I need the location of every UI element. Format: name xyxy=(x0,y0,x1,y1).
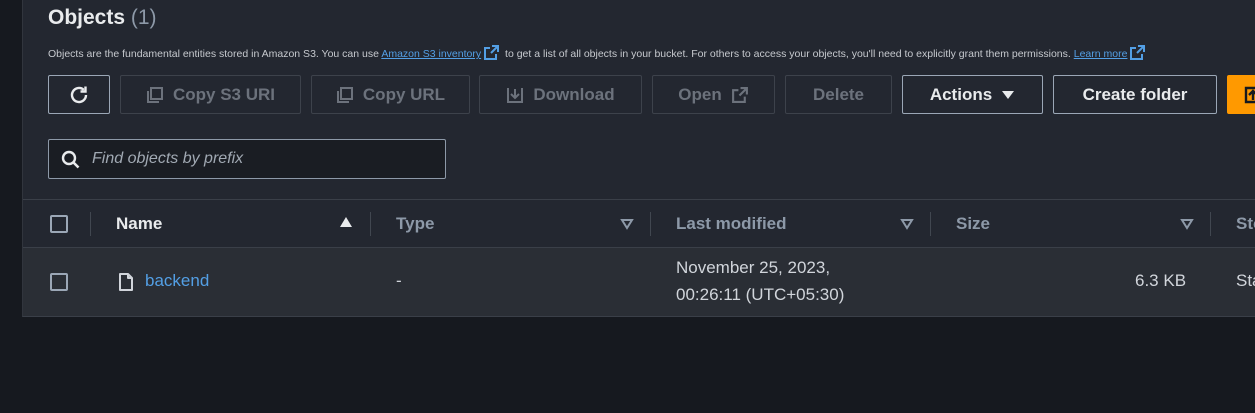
download-label: Download xyxy=(533,84,615,104)
file-icon xyxy=(119,273,133,291)
copy-url-label: Copy URL xyxy=(362,84,446,104)
copy-s3-uri-label: Copy S3 URI xyxy=(172,84,276,104)
sort-icon[interactable] xyxy=(620,218,634,230)
delete-label: Delete xyxy=(812,84,865,104)
upload-icon xyxy=(1244,86,1255,103)
upload-button[interactable] xyxy=(1227,75,1255,114)
download-button[interactable]: Download xyxy=(479,75,642,114)
table-row[interactable]: backend - November 25, 2023, 00:26:11 (U… xyxy=(23,248,1255,316)
create-folder-button[interactable]: Create folder xyxy=(1053,75,1217,114)
delete-button[interactable]: Delete xyxy=(785,75,892,114)
column-header-name[interactable]: Name xyxy=(116,200,162,247)
open-label: Open xyxy=(678,84,722,104)
copy-icon xyxy=(146,86,163,103)
column-header-type[interactable]: Type xyxy=(396,200,434,247)
object-name-link[interactable]: backend xyxy=(145,271,209,291)
learn-more-link[interactable]: Learn more xyxy=(1074,48,1128,60)
column-divider[interactable] xyxy=(370,212,371,236)
object-last-modified-date: November 25, 2023, xyxy=(676,258,831,277)
search-icon xyxy=(61,150,80,168)
column-divider[interactable] xyxy=(930,212,931,236)
create-folder-label: Create folder xyxy=(1082,84,1188,104)
external-link-icon xyxy=(1130,45,1146,60)
column-divider xyxy=(90,212,91,236)
download-icon xyxy=(507,87,524,103)
column-header-last-modified[interactable]: Last modified xyxy=(676,200,787,247)
select-all-checkbox[interactable] xyxy=(50,215,68,233)
object-count: (1) xyxy=(130,6,157,29)
copy-icon xyxy=(336,86,353,103)
column-divider[interactable] xyxy=(1210,212,1211,236)
inventory-link[interactable]: Amazon S3 inventory xyxy=(381,48,481,60)
external-link-icon xyxy=(731,86,748,103)
actions-label: Actions xyxy=(929,84,993,104)
caret-down-icon xyxy=(1002,90,1015,99)
object-last-modified-time: 00:26:11 (UTC+05:30) xyxy=(676,285,845,304)
copy-url-button[interactable]: Copy URL xyxy=(311,75,470,114)
object-storage-class: Sta xyxy=(1236,271,1255,290)
open-button[interactable]: Open xyxy=(652,75,775,114)
sort-ascending-icon[interactable] xyxy=(339,216,353,228)
external-link-icon xyxy=(484,45,500,60)
column-header-storage-class[interactable]: Sto xyxy=(1236,200,1255,247)
description-text-2: to get a list of all objects in your buc… xyxy=(502,48,1074,60)
description-text-1: Objects are the fundamental entities sto… xyxy=(48,48,382,60)
copy-s3-uri-button[interactable]: Copy S3 URI xyxy=(120,75,301,114)
objects-panel: Objects (1) Objects are the fundamental … xyxy=(22,0,1255,317)
table-header: Name Type Last modified Size Sto xyxy=(23,199,1255,248)
row-checkbox[interactable] xyxy=(50,273,68,291)
sort-icon[interactable] xyxy=(1180,218,1194,230)
panel-description: Objects are the fundamental entities sto… xyxy=(48,44,1148,61)
column-header-size[interactable]: Size xyxy=(956,200,990,247)
search-field[interactable] xyxy=(48,139,446,179)
search-input[interactable] xyxy=(90,149,434,169)
sort-icon[interactable] xyxy=(900,218,914,230)
panel-title-text: Objects xyxy=(48,6,126,29)
refresh-button[interactable] xyxy=(48,75,110,114)
refresh-icon xyxy=(70,86,88,103)
object-type: - xyxy=(396,271,402,290)
panel-title: Objects (1) xyxy=(48,6,157,30)
actions-dropdown-button[interactable]: Actions xyxy=(902,75,1043,114)
object-size: 6.3 KB xyxy=(1135,271,1187,290)
column-divider[interactable] xyxy=(650,212,651,236)
